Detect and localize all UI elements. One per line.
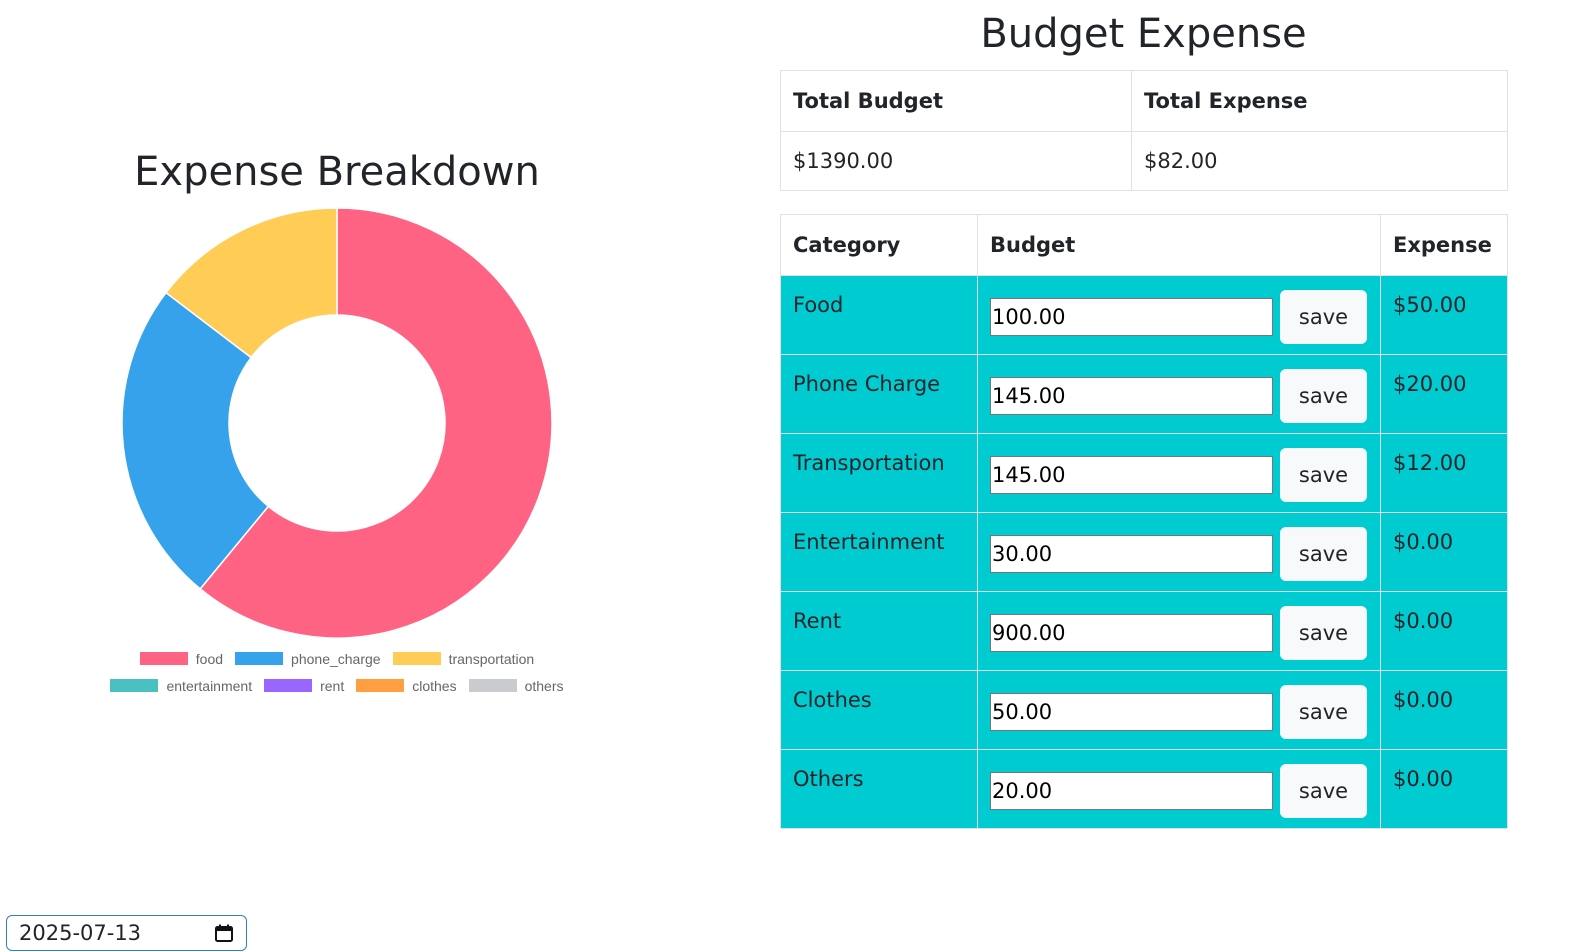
chart-legend: food phone_charge transportation entertainm…: [0, 645, 674, 699]
page-title: Budget Expense: [980, 11, 1307, 57]
category-header: Category: [780, 214, 978, 276]
expense-chart-panel: Expense Breakdown food phone_charge transp…: [0, 0, 680, 952]
chart-title: Expense Breakdown: [134, 149, 540, 195]
expense-value: $20.00: [1380, 354, 1508, 434]
expense-value: $12.00: [1380, 433, 1508, 513]
legend-swatch: [264, 679, 313, 692]
budget-cell: save: [977, 433, 1381, 513]
category-name: Entertainment: [780, 512, 978, 592]
budget-input[interactable]: [990, 377, 1273, 415]
save-button[interactable]: save: [1280, 290, 1367, 344]
category-table-body: Foodsave$50.00Phone Chargesave$20.00Tran…: [780, 275, 1508, 829]
budget-cell: save: [977, 354, 1381, 434]
legend-item-food[interactable]: food: [139, 650, 224, 667]
legend-item-phone_charge[interactable]: phone_charge: [235, 651, 381, 667]
table-row: Others save$0.00: [780, 749, 1508, 829]
budget-panel: Budget Expense Total Budget Total Expens…: [780, 0, 1508, 829]
date-value[interactable]: 2025-07-13: [19, 921, 214, 945]
budget-input[interactable]: [990, 456, 1273, 494]
budget-input[interactable]: [990, 614, 1273, 652]
legend-swatch: [468, 679, 517, 692]
legend-label: rent: [320, 677, 345, 694]
legend-label: transportation: [448, 650, 535, 667]
total-expense-value: $82.00: [1131, 131, 1508, 191]
budget-header: Budget: [977, 214, 1381, 276]
save-button[interactable]: save: [1280, 764, 1367, 818]
expense-value: $0.00: [1380, 591, 1508, 671]
legend-swatch: [356, 679, 405, 692]
category-table: Category Budget Expense Foodsave$50.00Ph…: [780, 214, 1508, 829]
budget-cell: save: [977, 275, 1381, 355]
expense-value: $0.00: [1380, 749, 1508, 829]
table-row: Entertainment save$0.00: [780, 512, 1508, 592]
legend-label: clothes: [412, 677, 457, 694]
category-name: Rent: [780, 591, 978, 671]
expense-donut-chart: [121, 207, 553, 639]
expense-value: $50.00: [1380, 275, 1508, 355]
budget-cell: save: [977, 512, 1381, 592]
legend-item-entertainment[interactable]: entertainment: [110, 678, 252, 694]
legend-label: food: [195, 650, 224, 667]
save-button[interactable]: save: [1280, 369, 1367, 423]
totals-table: Total Budget Total Expense $1390.00 $82.…: [780, 70, 1508, 191]
legend-swatch: [110, 679, 159, 692]
total-budget-value: $1390.00: [780, 131, 1132, 191]
legend-row: entertainment rent clothes others: [0, 672, 674, 699]
expense-header: Expense: [1380, 214, 1508, 276]
expense-value: $0.00: [1380, 512, 1508, 592]
legend-item-rent[interactable]: rent: [264, 678, 344, 694]
total-expense-header: Total Expense: [1131, 70, 1508, 132]
total-budget-header: Total Budget: [780, 70, 1132, 132]
legend-item-others[interactable]: others: [468, 677, 564, 694]
category-name: Others: [780, 749, 978, 829]
legend-swatch: [139, 652, 188, 665]
budget-cell: save: [977, 749, 1381, 829]
legend-item-transportation[interactable]: transportation: [392, 650, 535, 667]
category-name: Clothes: [780, 670, 978, 750]
save-button[interactable]: save: [1280, 685, 1367, 739]
save-button[interactable]: save: [1280, 448, 1367, 502]
table-row: Phone Charge save$20.00: [780, 354, 1508, 434]
category-name: Food: [780, 275, 978, 355]
table-row: Food save$50.00: [780, 275, 1508, 355]
legend-item-clothes[interactable]: clothes: [356, 677, 457, 694]
budget-input[interactable]: [990, 693, 1273, 731]
legend-label: entertainment: [166, 677, 253, 694]
legend-label: phone_charge: [291, 650, 381, 667]
budget-cell: save: [977, 670, 1381, 750]
category-name: Phone Charge: [780, 354, 978, 434]
table-row: Clothes save$0.00: [780, 670, 1508, 750]
budget-input[interactable]: [990, 535, 1273, 573]
save-button[interactable]: save: [1280, 527, 1367, 581]
table-row: Rent save$0.00: [780, 591, 1508, 671]
save-button[interactable]: save: [1280, 606, 1367, 660]
date-picker[interactable]: 2025-07-13: [6, 915, 247, 951]
budget-cell: save: [977, 591, 1381, 671]
expense-value: $0.00: [1380, 670, 1508, 750]
calendar-icon[interactable]: [214, 923, 234, 943]
budget-input[interactable]: [990, 298, 1273, 336]
legend-swatch: [235, 652, 284, 665]
legend-label: others: [524, 677, 564, 694]
category-name: Transportation: [780, 433, 978, 513]
legend-row: food phone_charge transportation: [0, 645, 674, 672]
legend-swatch: [392, 652, 441, 665]
budget-input[interactable]: [990, 772, 1273, 810]
table-row: Transportation save$12.00: [780, 433, 1508, 513]
